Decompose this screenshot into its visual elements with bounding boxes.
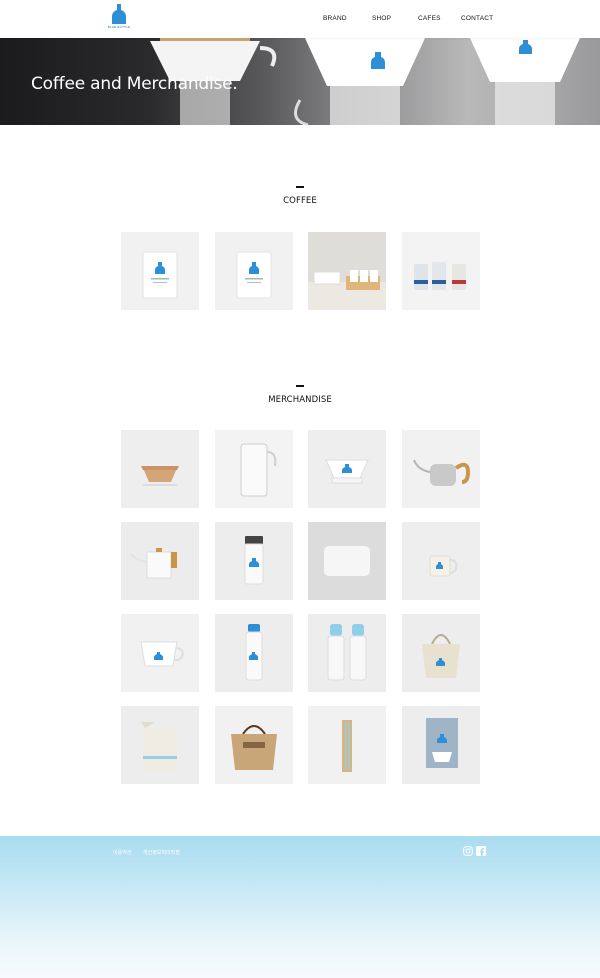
cold-brew-bottles-icon (308, 614, 386, 692)
hero-title: Coffee and Merchandise. (31, 74, 238, 94)
coffee-heading-label: COFFEE (283, 195, 317, 206)
site-header: BLUE BOTTLE BRAND SHOP CAFES CONTACT (0, 0, 600, 38)
coffee-scale-icon (308, 522, 386, 600)
water-bottle-icon (215, 614, 293, 692)
merch-product-tile[interactable] (308, 706, 386, 784)
merch-product-tile[interactable] (402, 706, 480, 784)
book-icon (402, 706, 480, 784)
nav-cafes[interactable]: CAFES (418, 15, 441, 22)
instagram-icon[interactable] (463, 846, 473, 856)
footer-privacy-link[interactable]: 개인정보처리방침 (143, 849, 180, 856)
nav-shop[interactable]: SHOP (372, 15, 391, 22)
coffee-gift-box-icon (308, 232, 386, 310)
white-kettle-icon (121, 522, 199, 600)
merch-product-tile[interactable] (215, 522, 293, 600)
site-footer: 이용약관 개인정보처리방침 (0, 836, 600, 978)
blue-bottle-logo-icon (112, 4, 126, 24)
heading-bar (296, 186, 304, 188)
merch-product-tile[interactable] (308, 522, 386, 600)
mug-icon (402, 522, 480, 600)
merch-product-tile[interactable] (121, 430, 199, 508)
merch-product-tile[interactable] (402, 430, 480, 508)
logo-text: BLUE BOTTLE (107, 25, 131, 29)
merch-product-tile[interactable] (308, 614, 386, 692)
coffee-bag-icon (215, 232, 293, 310)
canvas-tote-icon (402, 614, 480, 692)
merch-product-tile[interactable] (308, 430, 386, 508)
travel-tumbler-icon (215, 522, 293, 600)
merch-product-tile[interactable] (402, 522, 480, 600)
facebook-icon[interactable] (476, 846, 486, 856)
coffee-product-tile[interactable] (402, 232, 480, 310)
merch-product-tile[interactable] (121, 706, 199, 784)
merch-product-tile[interactable] (121, 522, 199, 600)
glass-carafe-icon (215, 430, 293, 508)
blue-bottle-logo[interactable]: BLUE BOTTLE (107, 3, 131, 35)
coffee-section-heading: COFFEE (0, 186, 600, 208)
grocery-bag-icon (121, 706, 199, 784)
nav-contact[interactable]: CONTACT (461, 15, 493, 22)
coffee-product-tile[interactable] (215, 232, 293, 310)
cup-icon (121, 614, 199, 692)
heading-bar (296, 385, 304, 387)
footer-terms-link[interactable]: 이용약관 (113, 849, 131, 856)
jute-tote-icon (215, 706, 293, 784)
merchandise-heading-label: MERCHANDISE (268, 394, 332, 405)
paper-filters-icon (121, 430, 199, 508)
merch-product-tile[interactable] (121, 614, 199, 692)
coffee-product-tile[interactable] (121, 232, 199, 310)
nav-brand[interactable]: BRAND (323, 15, 347, 22)
dripper-icon (308, 430, 386, 508)
merch-product-tile[interactable] (215, 614, 293, 692)
coffee-product-tile[interactable] (308, 232, 386, 310)
merch-product-tile[interactable] (215, 430, 293, 508)
straw-set-icon (308, 706, 386, 784)
merch-product-tile[interactable] (402, 614, 480, 692)
hero-banner: Coffee and Merchandise. (0, 38, 600, 125)
cold-brew-cans-icon (402, 232, 480, 310)
coffee-bag-icon (121, 232, 199, 310)
merch-product-tile[interactable] (215, 706, 293, 784)
merchandise-section-heading: MERCHANDISE (0, 385, 600, 407)
pour-over-kettle-icon (402, 430, 480, 508)
